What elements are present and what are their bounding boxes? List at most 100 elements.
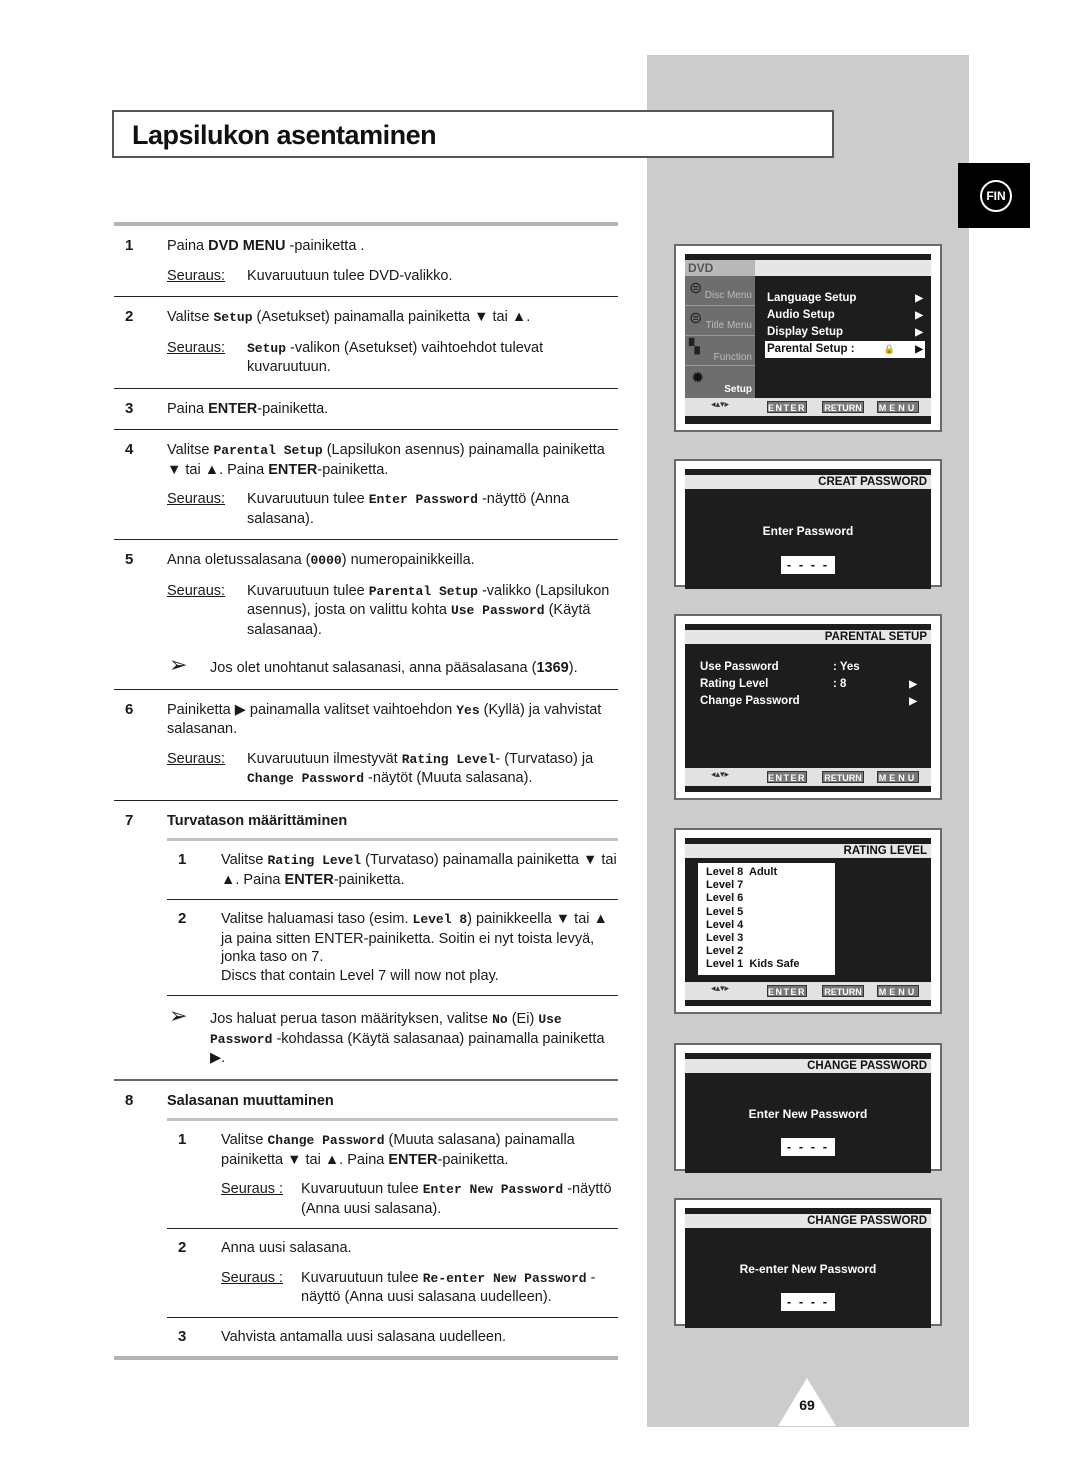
arrow-right-icon: ▶ — [915, 310, 923, 321]
note-text: ). — [568, 660, 578, 676]
result-label: Seuraus: — [167, 582, 226, 599]
arrow-right-icon: ▶ — [909, 679, 917, 690]
left-item-function[interactable]: ▚ Function — [685, 336, 755, 366]
menu-item-language-setup[interactable]: Language Setup ▶ — [765, 290, 925, 307]
option-label: Use Password — [700, 661, 779, 673]
language-badge: FIN — [980, 180, 1012, 212]
step-1: 1 Paina DVD MENU -painiketta . Seuraus: … — [114, 226, 618, 296]
nav-bar: ◂▴▾▸ ENTER RETURN MENU — [685, 398, 931, 419]
screen-display: RATING LEVEL Level 8 Adult Level 7 Level 6… — [685, 838, 931, 1006]
page-number: 69 — [799, 1397, 815, 1413]
substep-number: 2 — [178, 1239, 187, 1256]
left-item-label: Title Menu — [705, 320, 752, 331]
result: Seuraus: Kuvaruutuun tulee DVD-valikko. — [167, 267, 618, 286]
option-use-password[interactable]: Use Password: Yes — [700, 659, 917, 676]
dvd-left-menu: ⊜ Disc Menu ⊜ Title Menu ▚ Function ✹ Se… — [685, 276, 755, 398]
menu-item-label: Language Setup — [767, 292, 857, 304]
result: Seuraus: Kuvaruutuun tulee Enter Passwor… — [167, 490, 618, 528]
step-number: 7 — [125, 811, 134, 829]
step-number: 1 — [125, 237, 134, 254]
screen-bottom — [685, 1000, 931, 1003]
result-label: Seuraus: — [167, 491, 226, 507]
rating-level-option[interactable]: Level 7 — [706, 879, 835, 892]
note: ➢ Jos haluat perua tason määrityksen, va… — [167, 1003, 618, 1068]
screen-header: RATING LEVEL — [685, 844, 931, 858]
arrow-right-icon: ▶ — [915, 344, 923, 355]
result-text: Kuvaruutuun tulee — [301, 1181, 423, 1197]
menu-item-parental-setup[interactable]: Parental Setup : 🔒 ▶ — [765, 341, 925, 358]
rating-level-option[interactable]: Level 8 Adult — [706, 866, 835, 879]
substep-number: 3 — [178, 1327, 187, 1345]
result: Seuraus: Setup -valikon (Asetukset) vaih… — [167, 339, 618, 377]
menu-item-audio-setup[interactable]: Audio Setup ▶ — [765, 307, 925, 324]
password-input[interactable]: - - - - — [781, 556, 835, 574]
option-rating-level[interactable]: Rating Level: 8 ▶ — [700, 676, 917, 693]
enter-button[interactable]: ENTER — [767, 401, 807, 413]
rating-level-option[interactable]: Level 2 — [706, 945, 835, 958]
rating-level-option[interactable]: Level 1 Kids Safe — [706, 958, 835, 971]
menu-item-label: Audio Setup — [767, 309, 835, 321]
step-text: (Asetukset) painamalla painiketta ▼ tai … — [252, 309, 531, 325]
new-password-input[interactable]: - - - - — [781, 1138, 835, 1156]
lock-icon: 🔒 — [883, 344, 895, 354]
return-button[interactable]: RETURN — [822, 985, 864, 997]
button-name: ENTER — [284, 871, 334, 888]
menu-button[interactable]: MENU — [877, 985, 919, 997]
left-item-title-menu[interactable]: ⊜ Title Menu — [685, 306, 755, 336]
note: ➢ Jos olet unohtanut salasanasi, anna pä… — [167, 654, 618, 678]
step-5: 5 Anna oletussalasana (0000) numeropaini… — [114, 540, 618, 689]
left-item-setup[interactable]: ✹ Setup — [685, 366, 755, 397]
result-label: Seuraus: — [167, 267, 226, 284]
menu-term: Parental Setup — [213, 443, 323, 458]
arrow-right-icon: ▶ — [909, 696, 917, 707]
step-text: -painiketta. — [333, 871, 405, 888]
step-3: 3 Paina ENTER-painiketta. — [114, 389, 618, 430]
step-6: 6 Painiketta ▶ painamalla valitset vaiht… — [114, 690, 618, 800]
screen-rating-level: RATING LEVEL Level 8 Adult Level 7 Level 6… — [674, 828, 942, 1014]
section-heading: Salasanan muuttaminen — [167, 1092, 334, 1109]
menu-term: No — [492, 1012, 508, 1027]
step-number: 5 — [125, 551, 134, 568]
direction-arrows-icon: ◂▴▾▸ — [711, 399, 730, 409]
menu-term: Parental Setup — [368, 583, 478, 599]
result-text: -valikon (Asetukset) vaihtoehdot tulevat… — [247, 339, 544, 376]
rating-level-option[interactable]: Level 6 — [706, 892, 835, 905]
rating-level-option[interactable]: Level 5 — [706, 906, 835, 919]
button-name: ENTER — [208, 400, 258, 417]
note-text: (Ei) — [507, 1011, 539, 1027]
return-button[interactable]: RETURN — [822, 771, 864, 783]
result-label: Seuraus : — [221, 1269, 284, 1286]
left-item-label: Function — [713, 352, 752, 363]
option-change-password[interactable]: Change Password ▶ — [700, 693, 917, 710]
reenter-password-input[interactable]: - - - - — [781, 1293, 835, 1311]
step-text: -painiketta . — [285, 238, 365, 254]
button-name: DVD MENU — [208, 238, 286, 254]
result: Seuraus: Kuvaruutuun tulee Parental Setu… — [167, 582, 618, 640]
menu-button[interactable]: MENU — [877, 771, 919, 783]
menu-item-display-setup[interactable]: Display Setup ▶ — [765, 324, 925, 341]
page-title: Lapsilukon asentaminen — [132, 120, 437, 150]
step-number: 8 — [125, 1091, 134, 1109]
enter-button[interactable]: ENTER — [767, 771, 807, 783]
divider — [114, 1356, 618, 1360]
button-name: ENTER — [388, 1151, 438, 1168]
rating-level-option[interactable]: Level 4 — [706, 919, 835, 932]
menu-term: Rating Level — [267, 853, 362, 868]
step-number: 3 — [125, 399, 134, 417]
result-label: Seuraus : — [221, 1181, 284, 1197]
menu-button[interactable]: MENU — [877, 401, 919, 413]
note-arrow-icon: ➢ — [169, 1003, 188, 1028]
enter-button[interactable]: ENTER — [767, 985, 807, 997]
direction-arrows-icon: ◂▴▾▸ — [711, 983, 730, 993]
note-text: Jos haluat perua tason määrityksen, vali… — [210, 1011, 493, 1027]
arrow-right-icon: ▶ — [915, 293, 923, 304]
substep-7-2: 2 Valitse haluamasi taso (esim. Level 8)… — [114, 900, 618, 995]
step-text: Discs that contain Level 7 will now not … — [221, 967, 499, 984]
rating-level-option[interactable]: Level 3 — [706, 932, 835, 945]
substep-number: 1 — [178, 851, 187, 868]
return-button[interactable]: RETURN — [822, 401, 864, 413]
screen-dvd-menu: DVD ⊜ Disc Menu ⊜ Title Menu ▚ Function … — [674, 244, 942, 432]
left-item-label: Setup — [724, 384, 752, 395]
substep-number: 2 — [178, 910, 187, 927]
left-item-disc-menu[interactable]: ⊜ Disc Menu — [685, 276, 755, 306]
